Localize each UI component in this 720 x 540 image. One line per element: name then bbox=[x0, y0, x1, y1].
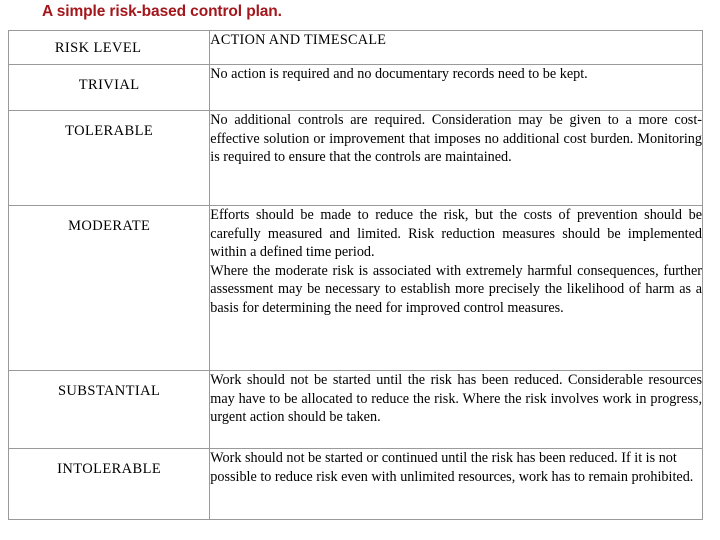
action-cell-trivial: No action is required and no documentary… bbox=[209, 64, 703, 111]
risk-level-label-tolerable: TOLERABLE bbox=[65, 123, 154, 139]
header-cell-action-timescale: ACTION AND TIMESCALE bbox=[209, 30, 703, 65]
risk-level-cell-substantial: SUBSTANTIAL bbox=[7, 370, 211, 449]
risk-level-cell-trivial: TRIVIAL bbox=[7, 64, 211, 111]
table-row: TOLERABLE No additional controls are req… bbox=[7, 110, 703, 206]
table-row: SUBSTANTIAL Work should not be started u… bbox=[7, 370, 703, 449]
table-row: TRIVIAL No action is required and no doc… bbox=[7, 64, 703, 111]
header-cell-risk-level: RISK LEVEL bbox=[7, 30, 211, 65]
risk-level-label-moderate: MODERATE bbox=[68, 218, 151, 234]
header-label-risk-level: RISK LEVEL bbox=[54, 40, 142, 56]
action-cell-tolerable: No additional controls are required. Con… bbox=[209, 110, 703, 206]
action-cell-intolerable: Work should not be started or continued … bbox=[209, 448, 703, 520]
action-paragraph: Work should not be started or continued … bbox=[210, 450, 694, 485]
action-paragraph: Where the moderate risk is associated wi… bbox=[210, 262, 702, 316]
table-row: INTOLERABLE Work should not be started o… bbox=[7, 448, 703, 520]
action-cell-moderate: Efforts should be made to reduce the ris… bbox=[209, 205, 703, 371]
header-label-action-timescale: ACTION AND TIMESCALE bbox=[210, 32, 387, 48]
page-title: A simple risk-based control plan. bbox=[42, 3, 282, 20]
risk-control-plan-table: RISK LEVEL ACTION AND TIMESCALE TRIVIAL … bbox=[7, 30, 703, 520]
table-row: MODERATE Efforts should be made to reduc… bbox=[7, 205, 703, 371]
table-header-row: RISK LEVEL ACTION AND TIMESCALE bbox=[7, 30, 703, 65]
action-paragraph: Efforts should be made to reduce the ris… bbox=[210, 207, 702, 261]
action-cell-substantial: Work should not be started until the ris… bbox=[209, 370, 703, 449]
risk-level-cell-intolerable: INTOLERABLE bbox=[7, 448, 211, 520]
action-paragraph: No additional controls are required. Con… bbox=[210, 112, 702, 166]
risk-level-label-substantial: SUBSTANTIAL bbox=[57, 383, 161, 399]
action-paragraph: No action is required and no documentary… bbox=[210, 66, 588, 82]
risk-level-cell-tolerable: TOLERABLE bbox=[7, 110, 211, 206]
risk-level-label-intolerable: INTOLERABLE bbox=[57, 461, 162, 477]
action-paragraph: Work should not be started until the ris… bbox=[210, 372, 702, 426]
risk-level-label-trivial: TRIVIAL bbox=[78, 77, 140, 93]
risk-level-cell-moderate: MODERATE bbox=[7, 205, 211, 371]
